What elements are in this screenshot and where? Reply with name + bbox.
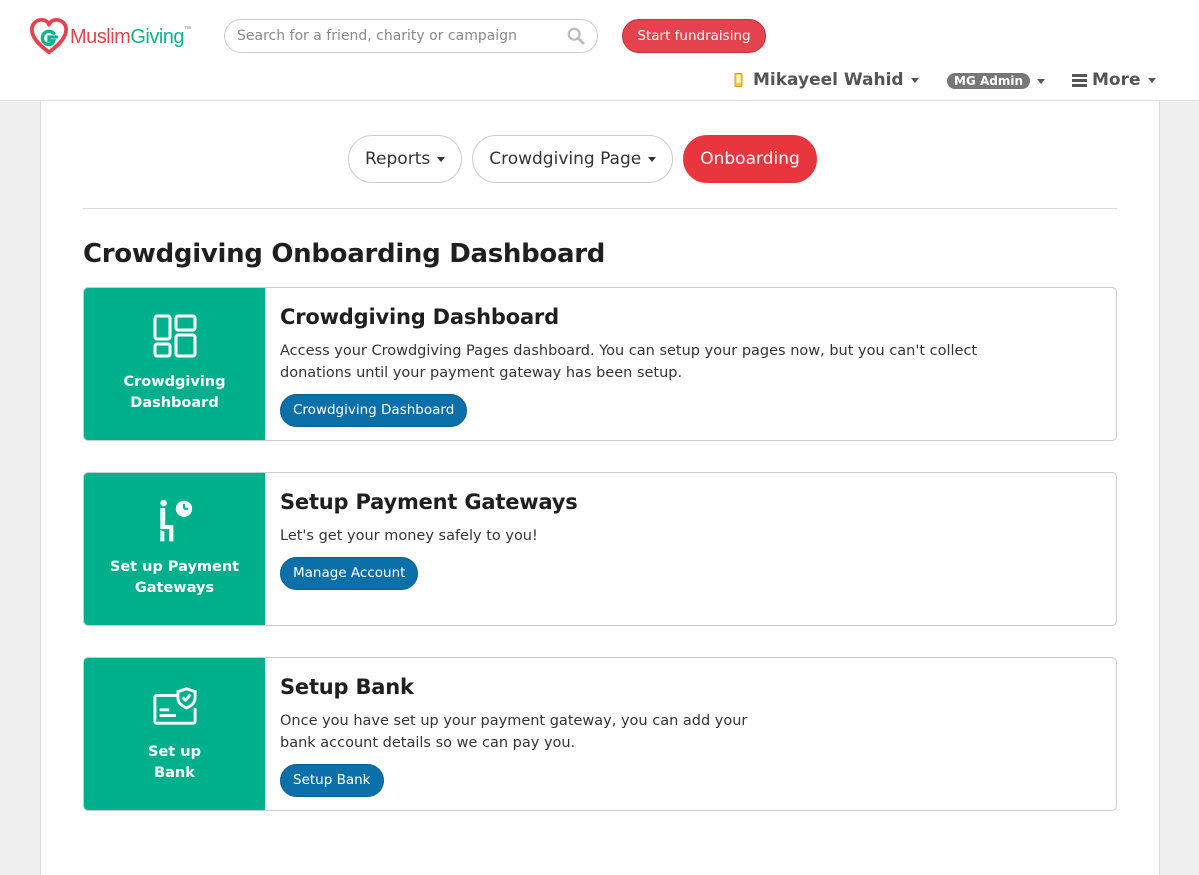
tab-crowdgiving-page-label: Crowdgiving Page	[489, 149, 642, 169]
card-side-label-line2: Bank	[154, 765, 195, 781]
admin-menu-caret-icon	[1037, 78, 1046, 84]
hamburger-icon	[1072, 73, 1087, 87]
person-clock-icon	[159, 499, 192, 542]
logo-text-part2: Giving	[130, 25, 185, 48]
user-menu-caret-icon	[910, 77, 919, 83]
setup-bank-card: Set up Bank Setup Bank Once you have set…	[83, 657, 1117, 811]
setup-bank-button[interactable]: Setup Bank	[280, 764, 384, 797]
card-title: Setup Bank	[280, 675, 414, 699]
card-side-tile[interactable]: Set up Payment Gateways	[84, 473, 265, 625]
tab-onboarding-label: Onboarding	[700, 149, 800, 169]
card-side-label-line1: Set up	[148, 744, 201, 760]
card-side-label-line1: Crowdgiving	[123, 374, 226, 390]
user-name: Mikayeel Wahid	[753, 70, 904, 90]
section-divider	[83, 208, 1117, 209]
search-box	[224, 19, 598, 53]
card-description: Let's get your money safely to you!	[280, 525, 1096, 547]
crowdgiving-dashboard-button[interactable]: Crowdgiving Dashboard	[280, 394, 468, 427]
user-menu[interactable]: Mikayeel Wahid	[734, 70, 919, 90]
tab-crowdgiving-page-caret-icon	[648, 156, 657, 162]
card-description: Once you have set up your payment gatewa…	[280, 710, 1096, 754]
trademark-symbol: ™	[184, 25, 191, 33]
card-side-label-line1: Set up Payment	[109, 559, 240, 575]
more-menu[interactable]: More	[1072, 70, 1156, 90]
card-title: Crowdgiving Dashboard	[280, 305, 559, 329]
admin-badge: MG Admin	[947, 73, 1031, 89]
card-side-label: Set up Bank	[100, 742, 250, 784]
card-side-label: Crowdgiving Dashboard	[100, 372, 250, 414]
card-side-label-line2: Gateways	[134, 580, 215, 596]
card-side-label: Set up Payment Gateways	[100, 557, 250, 599]
card-description-line1: Once you have set up your payment gatewa…	[280, 713, 748, 729]
card-title: Setup Payment Gateways	[280, 490, 578, 514]
card-description-line1: Let's get your money safely to you!	[280, 528, 538, 544]
tab-reports[interactable]: Reports	[348, 135, 463, 183]
card-description: Access your Crowdgiving Pages dashboard.…	[280, 340, 1096, 384]
search-icon[interactable]	[567, 27, 585, 45]
start-fundraising-button[interactable]: Start fundraising	[622, 19, 766, 53]
card-side-label-line2: Dashboard	[130, 395, 219, 411]
manage-account-button[interactable]: Manage Account	[280, 557, 419, 590]
crowdgiving-dashboard-card: Crowdgiving Dashboard Crowdgiving Dashbo…	[83, 287, 1117, 441]
heart-g-logo-icon	[30, 18, 68, 55]
mobile-phone-icon	[734, 73, 743, 87]
tab-crowdgiving-page[interactable]: Crowdgiving Page	[472, 135, 674, 183]
card-description-line2: bank account details so we can pay you.	[280, 735, 576, 751]
nav-tabs: Reports Crowdgiving Page Onboarding	[348, 135, 817, 183]
card-description-line2: donations until your payment gateway has…	[280, 365, 683, 381]
bank-card-check-icon	[152, 687, 197, 725]
logo-text-part1: Muslim	[70, 25, 131, 48]
logo-text: MuslimGiving™	[70, 26, 191, 49]
main-panel: Reports Crowdgiving Page Onboarding Crow…	[40, 101, 1160, 875]
admin-menu[interactable]: MG Admin	[947, 73, 1046, 89]
card-body: Setup Bank Once you have set up your pay…	[280, 675, 1096, 797]
muslimgiving-logo[interactable]: MuslimGiving™	[30, 18, 191, 56]
search-input[interactable]	[225, 20, 545, 52]
page-title: Crowdgiving Onboarding Dashboard	[83, 239, 606, 269]
tab-onboarding[interactable]: Onboarding	[683, 135, 817, 183]
top-header: MuslimGiving™ Start fundraising Mikayeel…	[0, 0, 1199, 101]
more-label: More	[1092, 70, 1141, 90]
tab-reports-label: Reports	[365, 149, 431, 169]
payment-gateways-card: Set up Payment Gateways Setup Payment Ga…	[83, 472, 1117, 626]
card-description-line1: Access your Crowdgiving Pages dashboard.…	[280, 343, 978, 359]
dashboard-icon	[153, 314, 196, 358]
card-side-tile[interactable]: Crowdgiving Dashboard	[84, 288, 265, 440]
card-body: Setup Payment Gateways Let's get your mo…	[280, 490, 1096, 590]
card-body: Crowdgiving Dashboard Access your Crowdg…	[280, 305, 1096, 427]
card-side-tile[interactable]: Set up Bank	[84, 658, 265, 810]
tab-reports-caret-icon	[437, 156, 446, 162]
more-menu-caret-icon	[1147, 77, 1156, 83]
